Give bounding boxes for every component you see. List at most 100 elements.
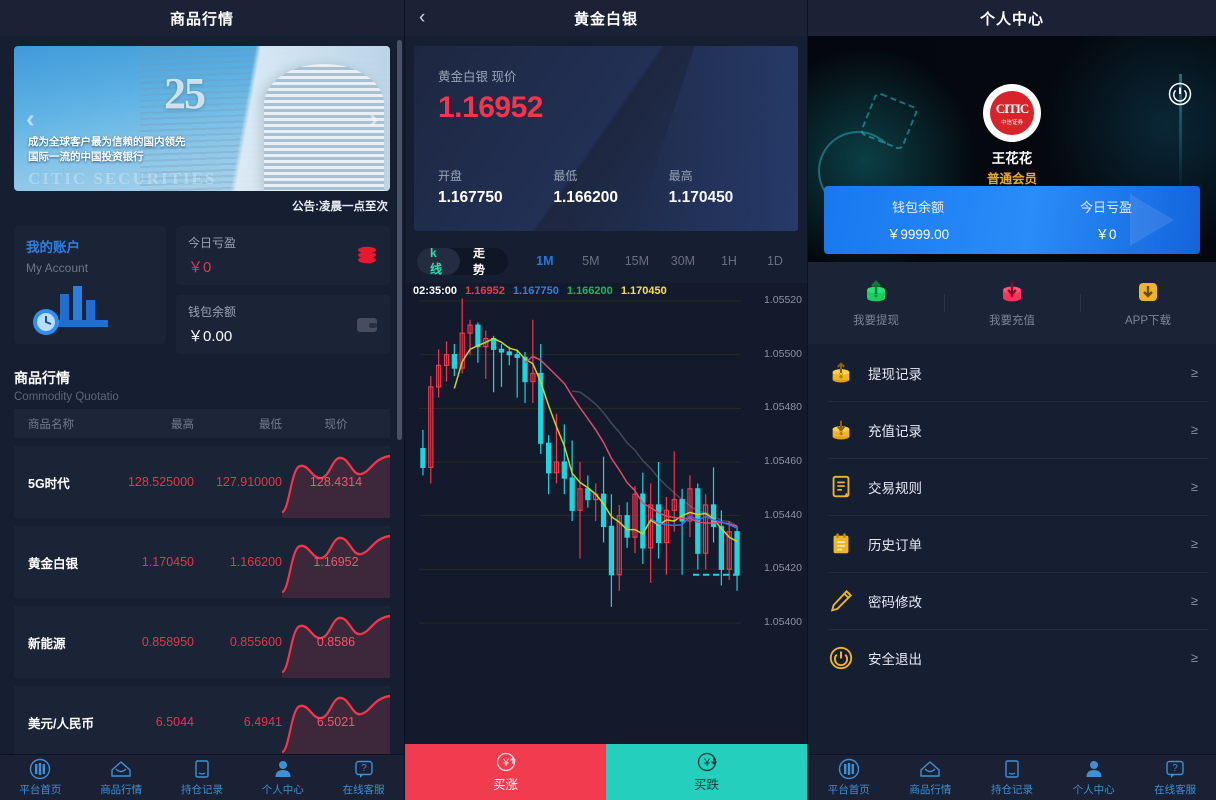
- tab-1d[interactable]: 1D: [752, 254, 798, 268]
- sidebar-item-commodity-quotation[interactable]: 商品行情: [81, 755, 162, 800]
- menu-item-label: 充值记录: [868, 423, 922, 439]
- sidebar-item-online-support[interactable]: ? 在线客服: [1134, 755, 1216, 800]
- tab-1h[interactable]: 1H: [706, 254, 752, 268]
- price-axis-tick: 1.05400: [764, 616, 802, 628]
- bar-chart-clock-icon: [33, 286, 108, 335]
- wallet-icon: [357, 317, 377, 332]
- wallet-balance-card[interactable]: 钱包余额 ￥0.00: [176, 295, 390, 354]
- today-pnl-label: 今日亏盈: [188, 236, 237, 250]
- high-value: 1.170450: [668, 189, 734, 206]
- help-chat-icon: ?: [354, 760, 373, 778]
- row-price: 128.4314: [309, 475, 363, 489]
- withdraw-button[interactable]: ¥ 我要提现: [808, 278, 944, 328]
- sidebar-item-label: 在线客服: [342, 784, 385, 796]
- order-history-icon: [833, 532, 849, 553]
- price-axis-tick: 1.05440: [764, 508, 802, 521]
- chevron-right-icon[interactable]: ›: [369, 103, 378, 134]
- tab-kline[interactable]: k线: [417, 247, 460, 275]
- chart-controls: k线 走势 1M 5M 15M 30M 1H 1D: [417, 243, 798, 279]
- home-envelope-icon: [920, 761, 941, 777]
- sidebar-item-user-center[interactable]: 个人中心: [1053, 755, 1135, 800]
- wallet-balance-value: ￥0.00: [188, 328, 233, 345]
- open-stat: 开盘 1.167750: [438, 167, 553, 207]
- menu-item-order-history[interactable]: 历史订单 ≥: [808, 515, 1216, 572]
- sidebar-item-position-records[interactable]: 持仓记录: [162, 755, 243, 800]
- withdraw-label: 我要提现: [853, 315, 899, 327]
- profile-header: CITIC 中信证券 王花花 普通会员 钱包余额 ￥9999.00 今日亏盈 ￥…: [808, 36, 1216, 262]
- right-titlebar: 个人中心: [808, 0, 1216, 36]
- buy-down-button[interactable]: ¥ 买跌: [606, 744, 807, 800]
- sidebar-item-label: 个人中心: [1072, 784, 1115, 796]
- rules-doc-icon: [832, 475, 850, 497]
- deposit-button[interactable]: ¥ 我要充值: [944, 278, 1080, 328]
- table-row[interactable]: 美元/人民币 6.5044 6.4941 6.5021: [14, 686, 390, 754]
- panel-commodity-quotation: 商品行情 25 成为全球客户最为信赖的国内领先 国际一流的中国投资银行 CITI…: [0, 0, 405, 800]
- menu-item-withdraw-records[interactable]: ¥ 提现记录 ≥: [808, 344, 1216, 401]
- high-stat: 最高 1.170450: [669, 167, 784, 207]
- chevron-left-icon[interactable]: ‹: [419, 8, 425, 28]
- menu-item-label: 提现记录: [868, 366, 922, 382]
- row-price: 0.8586: [316, 635, 356, 649]
- price-card-name: 黄金白银 现价: [438, 70, 517, 84]
- banner-building-tower: [264, 64, 384, 191]
- sidebar-item-position-records[interactable]: 持仓记录: [971, 755, 1053, 800]
- buy-up-button[interactable]: ¥ 买涨: [405, 744, 606, 800]
- sidebar-item-commodity-quotation[interactable]: 商品行情: [890, 755, 972, 800]
- left-titlebar: 商品行情: [0, 0, 404, 36]
- price-card-stats: 开盘 1.167750 最低 1.166200 最高 1.170450: [438, 167, 784, 207]
- app-download-button[interactable]: APP下载: [1080, 278, 1216, 328]
- sidebar-item-label: 商品行情: [909, 784, 952, 796]
- tab-30m[interactable]: 30M: [660, 254, 706, 268]
- buy-up-label: 买涨: [492, 778, 518, 792]
- menu-item-logout[interactable]: 安全退出 ≥: [808, 629, 1216, 686]
- withdraw-record-icon: ¥: [832, 361, 850, 382]
- table-row[interactable]: 黄金白银 1.170450 1.166200 1.16952: [14, 526, 390, 598]
- app-screen: 商品行情 25 成为全球客户最为信赖的国内领先 国际一流的中国投资银行 CITI…: [0, 0, 1216, 800]
- sidebar-item-label: 平台首页: [19, 784, 62, 796]
- menu-item-label: 安全退出: [868, 651, 922, 667]
- tab-trend[interactable]: 走势: [460, 248, 508, 275]
- avatar[interactable]: CITIC 中信证券: [983, 84, 1041, 142]
- pencil-icon: [830, 589, 853, 612]
- price-axis-tick: 1.05420: [764, 562, 802, 575]
- price-axis-tick: 1.05520: [764, 294, 802, 306]
- row-name: 5G时代: [28, 476, 70, 491]
- citic-logo-icon: [30, 758, 51, 780]
- menu-item-deposit-records[interactable]: ¥ 充值记录 ≥: [808, 401, 1216, 458]
- row-low: 6.4941: [243, 715, 282, 729]
- promo-banner[interactable]: 25 成为全球客户最为信赖的国内领先 国际一流的中国投资银行 CITIC SEC…: [14, 46, 390, 191]
- price-summary-card: 黄金白银 现价 1.16952 开盘 1.167750 最低 1.166200 …: [414, 46, 798, 231]
- sidebar-item-online-support[interactable]: ? 在线客服: [323, 755, 404, 800]
- commodity-section-title-en: Commodity Quotatio: [14, 391, 119, 403]
- low-stat: 最低 1.166200: [553, 167, 668, 207]
- table-row[interactable]: 5G时代 128.525000 127.910000 128.4314: [14, 446, 390, 518]
- sidebar-item-user-center[interactable]: 个人中心: [242, 755, 323, 800]
- menu-item-change-password[interactable]: 密码修改 ≥: [808, 572, 1216, 629]
- chevron-left-icon[interactable]: ‹: [26, 103, 35, 134]
- deposit-label: 我要充值: [989, 315, 1035, 327]
- user-icon: [275, 761, 291, 777]
- wallet-summary-card: 钱包余额 ￥9999.00 今日亏盈 ￥0: [824, 186, 1200, 254]
- row-price-cell: 1.16952: [282, 526, 390, 598]
- price-axis-tick: 1.05480: [764, 401, 802, 414]
- menu-item-trading-rules[interactable]: 交易规则 ≥: [808, 458, 1216, 515]
- power-off-icon[interactable]: [1168, 82, 1192, 106]
- vertical-scrollbar[interactable]: [397, 40, 402, 440]
- kline-current: 1.16952: [465, 285, 505, 297]
- my-account-card[interactable]: 我的账户 My Account: [14, 226, 166, 344]
- my-account-label-zh: 我的账户: [26, 240, 80, 255]
- low-label: 最低: [553, 169, 578, 183]
- sidebar-item-label: 持仓记录: [180, 784, 223, 796]
- right-bottom-tabbar: 平台首页 商品行情 持仓记录 个人中心 ? 在线客服: [808, 754, 1216, 800]
- tab-1m[interactable]: 1M: [522, 254, 568, 268]
- today-pnl-card[interactable]: 今日亏盈 ￥0: [176, 226, 390, 285]
- current-price: 1.16952: [438, 91, 543, 124]
- tab-15m[interactable]: 15M: [614, 254, 660, 268]
- kline-chart[interactable]: 02:35:00 1.16952 1.167750 1.166200 1.170…: [405, 283, 807, 748]
- sidebar-item-platform-home[interactable]: 平台首页: [808, 755, 890, 800]
- tab-5m[interactable]: 5M: [568, 254, 614, 268]
- table-row[interactable]: 新能源 0.858950 0.855600 0.8586: [14, 606, 390, 678]
- buy-down-label: 买跌: [693, 778, 719, 792]
- sidebar-item-platform-home[interactable]: 平台首页: [0, 755, 81, 800]
- kline-low: 1.166200: [566, 285, 613, 297]
